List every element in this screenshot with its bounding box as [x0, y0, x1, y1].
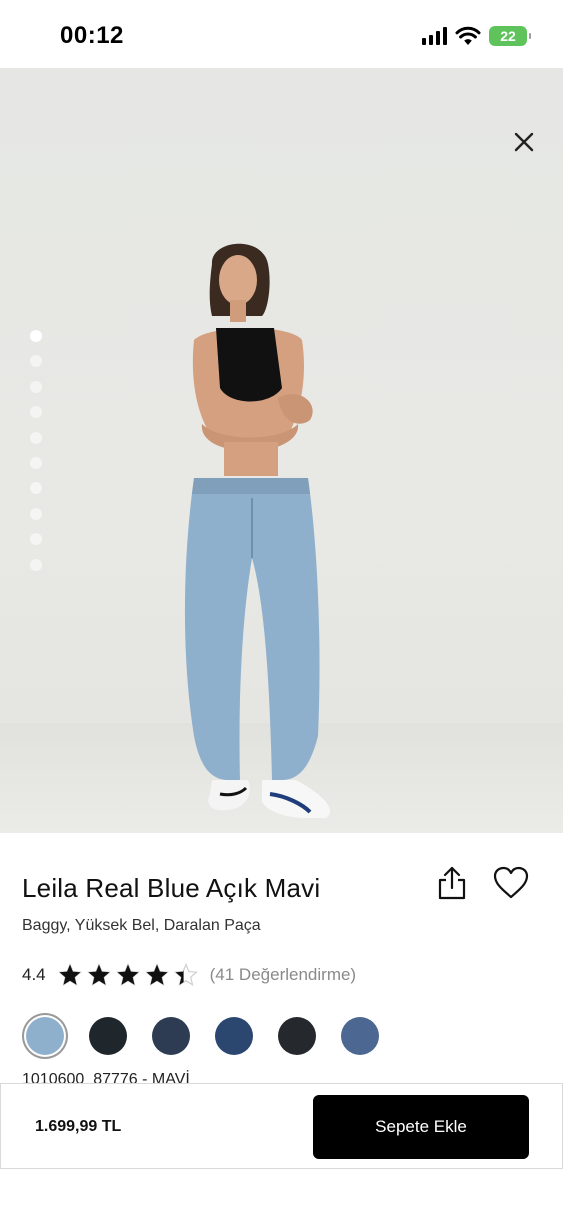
gallery-dot[interactable] [30, 431, 42, 444]
star-icon [173, 963, 198, 986]
gallery-dot[interactable] [30, 406, 42, 419]
close-icon [514, 132, 534, 152]
status-bar: 00:12 22 [0, 0, 563, 68]
product-photo [184, 243, 331, 818]
color-swatch[interactable] [89, 1017, 127, 1055]
wifi-icon [455, 26, 481, 45]
rating-row[interactable]: 4.4 (41 Değerlendirme) [22, 963, 356, 987]
battery-level: 22 [500, 28, 516, 44]
cellular-signal-icon [422, 27, 447, 45]
close-button[interactable] [508, 126, 540, 158]
favorite-button[interactable] [493, 866, 529, 900]
status-time: 00:12 [60, 22, 124, 49]
color-swatch[interactable] [26, 1017, 64, 1055]
review-count-link[interactable]: (41 Değerlendirme) [210, 965, 356, 985]
rating-value: 4.4 [22, 965, 46, 984]
status-icons: 22 [422, 26, 531, 46]
battery-indicator: 22 [489, 26, 531, 46]
product-info: Leila Real Blue Açık Mavi Baggy, Yüksek … [0, 833, 563, 1083]
color-swatches [26, 1017, 379, 1055]
star-icon [144, 963, 169, 986]
gallery-dot[interactable] [30, 558, 42, 571]
gallery-dot[interactable] [30, 482, 42, 495]
gallery-dot[interactable] [30, 507, 42, 520]
add-to-cart-button[interactable]: Sepete Ekle [313, 1095, 529, 1159]
gallery-dot[interactable] [30, 355, 42, 368]
color-swatch[interactable] [215, 1017, 253, 1055]
gallery-dot[interactable] [30, 330, 42, 342]
share-icon [438, 866, 466, 900]
star-icon [86, 963, 111, 986]
purchase-bar: 1.699,99 TL Sepete Ekle [0, 1083, 563, 1169]
product-subtitle: Baggy, Yüksek Bel, Daralan Paça [22, 917, 261, 934]
product-sku: 1010600_87776 - MAVİ [22, 1071, 190, 1083]
star-icon [57, 963, 82, 986]
gallery-dot[interactable] [30, 533, 42, 546]
gallery-dot[interactable] [30, 380, 42, 393]
gallery-pagination[interactable] [30, 330, 42, 571]
gallery-dot[interactable] [30, 456, 42, 469]
heart-icon [493, 866, 529, 899]
product-image-gallery[interactable] [0, 68, 563, 833]
product-title: Leila Real Blue Açık Mavi [22, 873, 321, 903]
color-swatch[interactable] [341, 1017, 379, 1055]
rating-stars [57, 963, 198, 987]
share-button[interactable] [436, 865, 468, 901]
color-swatch[interactable] [152, 1017, 190, 1055]
color-swatch[interactable] [278, 1017, 316, 1055]
product-price: 1.699,99 TL [35, 1118, 122, 1135]
star-icon [115, 963, 140, 986]
